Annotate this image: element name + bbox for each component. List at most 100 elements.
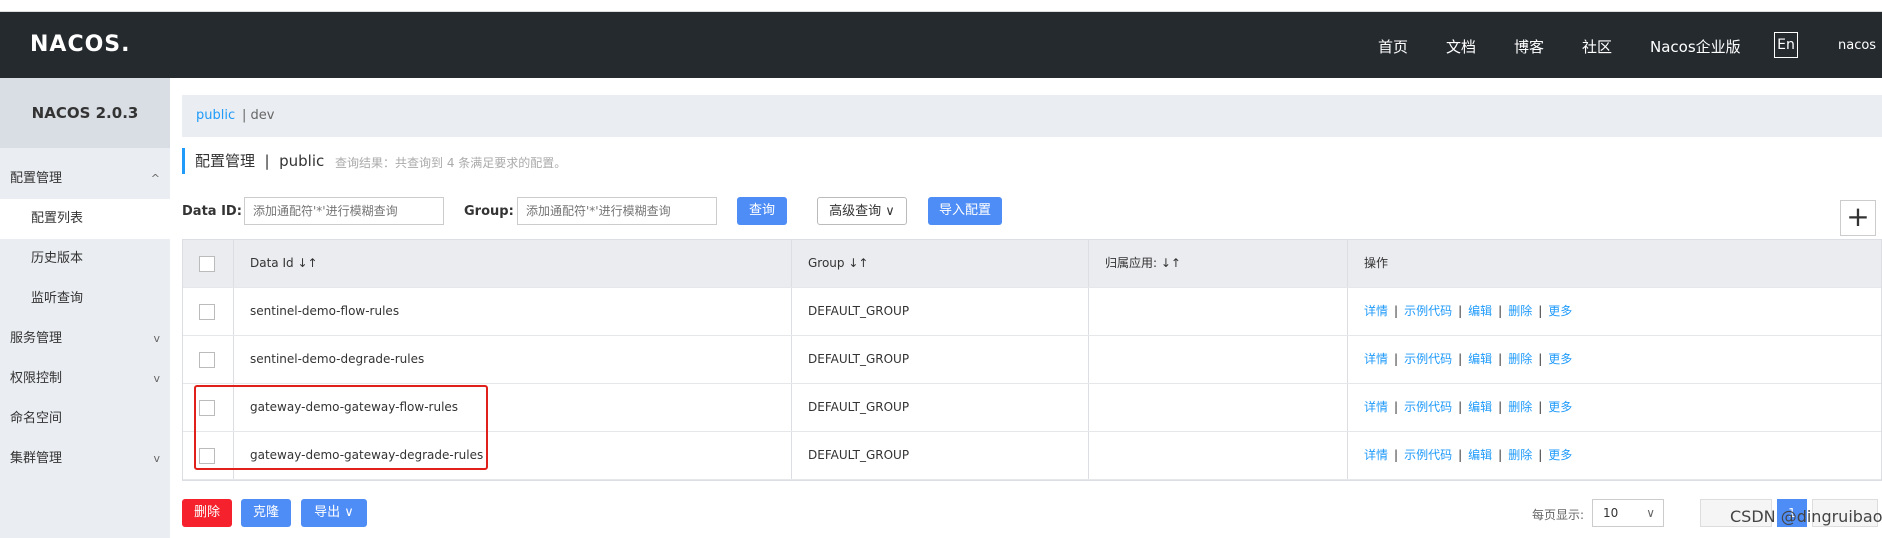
- edit-link[interactable]: 编辑: [1468, 352, 1492, 366]
- sidebar-item-label: 监听查询: [31, 291, 84, 306]
- data-id-input[interactable]: [244, 197, 444, 225]
- cell-group: DEFAULT_GROUP: [791, 288, 909, 335]
- cell-group: DEFAULT_GROUP: [791, 432, 909, 479]
- page-size-label: 每页显示:: [1532, 508, 1585, 522]
- cell-data-id: sentinel-demo-degrade-rules: [233, 336, 424, 383]
- nav-community[interactable]: 社区: [1582, 36, 1612, 57]
- add-config-button[interactable]: +: [1840, 200, 1876, 236]
- cell-app: [1088, 432, 1105, 479]
- sample-code-link[interactable]: 示例代码: [1404, 304, 1452, 318]
- sidebar-item-label: 命名空间: [10, 411, 63, 426]
- cell-group: DEFAULT_GROUP: [791, 336, 909, 383]
- sidebar: NACOS 2.0.3 配置管理 ^ 配置列表 历史版本 监听查询 服务管理 v…: [0, 78, 170, 538]
- clone-button[interactable]: 克隆: [241, 499, 291, 527]
- row-checkbox[interactable]: [199, 304, 215, 320]
- top-navbar: NACOS. 首页 文档 博客 社区 Nacos企业版 En nacos: [0, 12, 1882, 78]
- chevron-down-icon: v: [153, 372, 160, 385]
- row-checkbox-cell: [183, 288, 233, 335]
- select-all-checkbox[interactable]: [199, 256, 215, 272]
- edit-link[interactable]: 编辑: [1468, 400, 1492, 414]
- sidebar-item-config-list[interactable]: 配置列表: [0, 199, 170, 239]
- advanced-query-button[interactable]: 高级查询 ∨: [817, 197, 907, 225]
- namespace-dev-link[interactable]: | dev: [242, 95, 274, 137]
- page-title: 配置管理 | public: [195, 152, 325, 170]
- chevron-up-icon: ^: [150, 172, 160, 185]
- browser-top-strip: [0, 0, 1882, 12]
- header-actions: 操作: [1347, 240, 1388, 287]
- cell-actions: 详情 | 示例代码 | 编辑 | 删除 | 更多: [1347, 336, 1572, 383]
- csdn-watermark: CSDN @dingruibao: [1730, 507, 1882, 526]
- header-app[interactable]: 归属应用: ↓↑: [1088, 240, 1181, 287]
- sidebar-item-cluster-management[interactable]: 集群管理 v: [0, 439, 170, 479]
- export-button[interactable]: 导出 ∨: [301, 499, 367, 527]
- red-highlight-box: [194, 385, 488, 470]
- version-label: NACOS 2.0.3: [0, 78, 170, 148]
- table-header-row: Data Id ↓↑ Group ↓↑ 归属应用: ↓↑ 操作: [183, 240, 1881, 288]
- page-title-row: 配置管理 | public 查询结果：共查询到 4 条满足要求的配置。: [182, 148, 566, 174]
- cell-data-id: sentinel-demo-flow-rules: [233, 288, 399, 335]
- header-group[interactable]: Group ↓↑: [791, 240, 868, 287]
- nacos-logo[interactable]: NACOS.: [30, 32, 131, 57]
- more-link[interactable]: 更多: [1548, 352, 1572, 366]
- cell-actions: 详情 | 示例代码 | 编辑 | 删除 | 更多: [1347, 432, 1572, 479]
- select-all-cell: [183, 240, 233, 287]
- namespace-public-link[interactable]: public: [196, 95, 235, 137]
- table-row: sentinel-demo-flow-rules DEFAULT_GROUP 详…: [183, 288, 1881, 336]
- language-switch[interactable]: En: [1774, 32, 1798, 58]
- batch-delete-button[interactable]: 删除: [182, 499, 232, 527]
- header-data-id[interactable]: Data Id ↓↑: [233, 240, 318, 287]
- delete-link[interactable]: 删除: [1508, 352, 1532, 366]
- detail-link[interactable]: 详情: [1364, 448, 1388, 462]
- nav-home[interactable]: 首页: [1378, 36, 1408, 57]
- detail-link[interactable]: 详情: [1364, 400, 1388, 414]
- sidebar-item-label: 权限控制: [10, 371, 63, 386]
- chevron-down-icon: v: [153, 332, 160, 345]
- sidebar-item-namespace[interactable]: 命名空间: [0, 399, 170, 439]
- detail-link[interactable]: 详情: [1364, 352, 1388, 366]
- delete-link[interactable]: 删除: [1508, 448, 1532, 462]
- sample-code-link[interactable]: 示例代码: [1404, 448, 1452, 462]
- sidebar-item-label: 集群管理: [10, 451, 63, 466]
- detail-link[interactable]: 详情: [1364, 304, 1388, 318]
- delete-link[interactable]: 删除: [1508, 304, 1532, 318]
- sidebar-item-service-management[interactable]: 服务管理 v: [0, 319, 170, 359]
- sidebar-item-listener-query[interactable]: 监听查询: [0, 279, 170, 319]
- sample-code-link[interactable]: 示例代码: [1404, 400, 1452, 414]
- group-label: Group:: [464, 204, 514, 219]
- namespace-bar: public | dev: [182, 95, 1882, 137]
- group-input[interactable]: [517, 197, 717, 225]
- cell-app: [1088, 288, 1105, 335]
- sidebar-item-label: 配置列表: [31, 211, 84, 226]
- sidebar-item-config-management[interactable]: 配置管理 ^: [0, 159, 170, 199]
- sidebar-item-label: 历史版本: [31, 251, 84, 266]
- cell-group: DEFAULT_GROUP: [791, 384, 909, 431]
- sidebar-item-label: 服务管理: [10, 331, 63, 346]
- nav-enterprise[interactable]: Nacos企业版: [1650, 36, 1741, 57]
- row-checkbox[interactable]: [199, 352, 215, 368]
- nav-docs[interactable]: 文档: [1446, 36, 1476, 57]
- cell-app: [1088, 384, 1105, 431]
- sidebar-item-access-control[interactable]: 权限控制 v: [0, 359, 170, 399]
- nav-blog[interactable]: 博客: [1514, 36, 1544, 57]
- more-link[interactable]: 更多: [1548, 304, 1572, 318]
- import-config-button[interactable]: 导入配置: [928, 197, 1002, 225]
- table-footer: 删除 克隆 导出 ∨ 每页显示: 10 ∨ 1: [182, 499, 1882, 527]
- search-row: Data ID: Group: 查询 高级查询 ∨ 导入配置: [182, 197, 1882, 227]
- edit-link[interactable]: 编辑: [1468, 448, 1492, 462]
- user-name[interactable]: nacos: [1838, 38, 1876, 53]
- data-id-label: Data ID:: [182, 204, 242, 219]
- sidebar-item-label: 配置管理: [10, 171, 63, 186]
- cell-actions: 详情 | 示例代码 | 编辑 | 删除 | 更多: [1347, 384, 1572, 431]
- cell-actions: 详情 | 示例代码 | 编辑 | 删除 | 更多: [1347, 288, 1572, 335]
- edit-link[interactable]: 编辑: [1468, 304, 1492, 318]
- row-checkbox-cell: [183, 336, 233, 383]
- more-link[interactable]: 更多: [1548, 448, 1572, 462]
- delete-link[interactable]: 删除: [1508, 400, 1532, 414]
- more-link[interactable]: 更多: [1548, 400, 1572, 414]
- sidebar-item-history[interactable]: 历史版本: [0, 239, 170, 279]
- page-size-select[interactable]: 10 ∨: [1592, 499, 1664, 527]
- query-button[interactable]: 查询: [737, 197, 787, 225]
- table-row: sentinel-demo-degrade-rules DEFAULT_GROU…: [183, 336, 1881, 384]
- cell-app: [1088, 336, 1105, 383]
- sample-code-link[interactable]: 示例代码: [1404, 352, 1452, 366]
